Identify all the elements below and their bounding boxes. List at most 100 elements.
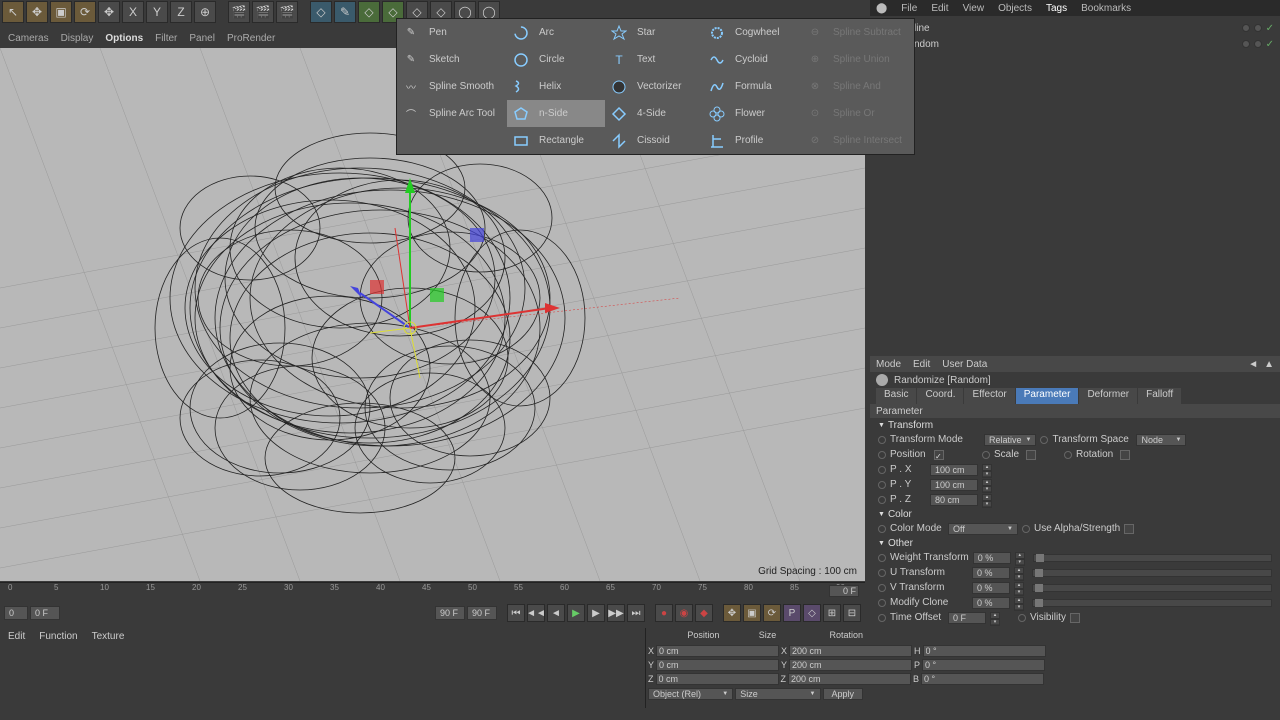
anim-dot[interactable] — [1018, 614, 1026, 622]
vis-toggle[interactable] — [1254, 40, 1262, 48]
tab-falloff[interactable]: Falloff — [1138, 388, 1181, 404]
check-icon[interactable]: ✓ — [1266, 23, 1274, 34]
gizmo[interactable] — [350, 178, 680, 378]
anim-dot[interactable] — [878, 496, 886, 504]
menu-file[interactable]: File — [901, 3, 917, 14]
menu-options[interactable]: Options — [105, 33, 143, 44]
tool-x[interactable]: X — [122, 1, 144, 23]
anim-dot[interactable] — [878, 451, 886, 459]
rotation-check[interactable] — [1120, 450, 1130, 460]
spinner[interactable]: ▴▾ — [1015, 552, 1025, 564]
tab-coord[interactable]: Coord. — [917, 388, 963, 404]
dropdown-cycloid[interactable]: Cycloid — [703, 46, 801, 73]
group-transform[interactable]: Transform — [870, 418, 1280, 432]
range-end-f[interactable] — [435, 606, 465, 620]
key-pos-button[interactable]: ✥ — [723, 604, 741, 622]
dropdown-flower[interactable]: Flower — [703, 100, 801, 127]
utrans-input[interactable] — [972, 567, 1010, 579]
rot-h-input[interactable] — [923, 645, 1046, 657]
check-icon[interactable]: ✓ — [1266, 39, 1274, 50]
modify-input[interactable] — [972, 597, 1010, 609]
modify-slider[interactable] — [1032, 599, 1272, 607]
vis-toggle[interactable] — [1242, 40, 1250, 48]
rot-p-input[interactable] — [922, 659, 1045, 671]
dropdown-profile[interactable]: Profile — [703, 127, 801, 154]
object-row-1[interactable]: line ✓ — [876, 20, 1274, 36]
transport-more-button[interactable]: ⊟ — [843, 604, 861, 622]
weight-input[interactable] — [973, 552, 1011, 564]
transform-mode-select[interactable]: Relative — [984, 434, 1036, 446]
anim-dot[interactable] — [878, 584, 886, 592]
pos-y-input[interactable] — [656, 659, 779, 671]
spinner[interactable]: ▴▾ — [990, 612, 1000, 624]
tool-rendersettings[interactable]: 🎬 — [276, 1, 298, 23]
menu-bookmarks[interactable]: Bookmarks — [1081, 3, 1131, 14]
play-button[interactable]: ▶ — [567, 604, 585, 622]
dropdown-pen[interactable]: ✎Pen — [397, 19, 507, 46]
dropdown-text[interactable]: TText — [605, 46, 703, 73]
menu-tags[interactable]: Tags — [1046, 3, 1067, 14]
tool-recent[interactable]: ✥ — [98, 1, 120, 23]
spinner[interactable]: ▴▾ — [1014, 597, 1024, 609]
attr-mode[interactable]: Mode — [876, 359, 901, 370]
colormode-select[interactable]: Off — [948, 523, 1018, 535]
mat-texture[interactable]: Texture — [92, 631, 125, 642]
dropdown-sketch[interactable]: ✎Sketch — [397, 46, 507, 73]
tool-scale[interactable]: ▣ — [50, 1, 72, 23]
transform-space-select[interactable]: Node — [1136, 434, 1186, 446]
next-arrow-icon[interactable]: ▲ — [1264, 359, 1274, 370]
mat-function[interactable]: Function — [39, 631, 77, 642]
spinner[interactable]: ▴▾ — [1014, 567, 1024, 579]
size-y-input[interactable] — [789, 659, 912, 671]
menu-view[interactable]: View — [963, 3, 985, 14]
menu-dot[interactable]: ⬤ — [876, 3, 887, 14]
mat-edit[interactable]: Edit — [8, 631, 25, 642]
menu-edit[interactable]: Edit — [931, 3, 948, 14]
anim-dot[interactable] — [878, 569, 886, 577]
tool-generator[interactable]: ◇ — [358, 1, 380, 23]
current-frame[interactable] — [30, 606, 60, 620]
dropdown-4side[interactable]: 4-Side — [605, 100, 703, 127]
anim-dot[interactable] — [1064, 451, 1072, 459]
tab-basic[interactable]: Basic — [876, 388, 916, 404]
vtrans-slider[interactable] — [1032, 584, 1272, 592]
tool-renderview[interactable]: 🎬 — [252, 1, 274, 23]
pos-x-input[interactable] — [656, 645, 779, 657]
anim-dot[interactable] — [1022, 525, 1030, 533]
tab-parameter[interactable]: Parameter — [1016, 388, 1079, 404]
tool-rotate[interactable]: ⟳ — [74, 1, 96, 23]
anim-dot[interactable] — [982, 451, 990, 459]
group-other[interactable]: Other — [870, 536, 1280, 550]
anim-dot[interactable] — [878, 599, 886, 607]
spinner[interactable]: ▴▾ — [982, 494, 992, 506]
menu-display[interactable]: Display — [61, 33, 94, 44]
anim-dot[interactable] — [878, 525, 886, 533]
transport-grid-button[interactable]: ⊞ — [823, 604, 841, 622]
attr-userdata[interactable]: User Data — [942, 359, 987, 370]
dropdown-circle[interactable]: Circle — [507, 46, 605, 73]
anim-dot[interactable] — [878, 554, 886, 562]
pz-input[interactable] — [930, 494, 978, 506]
next-key-button[interactable]: ▶▶ — [607, 604, 625, 622]
key-scale-button[interactable]: ▣ — [743, 604, 761, 622]
weight-slider[interactable] — [1033, 554, 1272, 562]
tool-move[interactable]: ✥ — [26, 1, 48, 23]
tool-coord[interactable]: ⊕ — [194, 1, 216, 23]
next-frame-button[interactable]: ▶ — [587, 604, 605, 622]
size-z-input[interactable] — [788, 673, 911, 685]
prev-key-button[interactable]: ◄◄ — [527, 604, 545, 622]
prev-arrow-icon[interactable]: ◄ — [1248, 359, 1258, 370]
scale-check[interactable] — [1026, 450, 1036, 460]
tool-y[interactable]: Y — [146, 1, 168, 23]
dropdown-arctool[interactable]: ⌒Spline Arc Tool — [397, 100, 507, 127]
anim-dot[interactable] — [878, 466, 886, 474]
visibility-check[interactable] — [1070, 613, 1080, 623]
key-pla-button[interactable]: ◇ — [803, 604, 821, 622]
tool-z[interactable]: Z — [170, 1, 192, 23]
tool-cube[interactable]: ◇ — [310, 1, 332, 23]
vis-toggle[interactable] — [1242, 24, 1250, 32]
dropdown-helix[interactable]: Helix — [507, 73, 605, 100]
timeline-end-field[interactable]: 0 F — [829, 585, 859, 597]
spinner[interactable]: ▴▾ — [982, 479, 992, 491]
anim-dot[interactable] — [878, 614, 886, 622]
